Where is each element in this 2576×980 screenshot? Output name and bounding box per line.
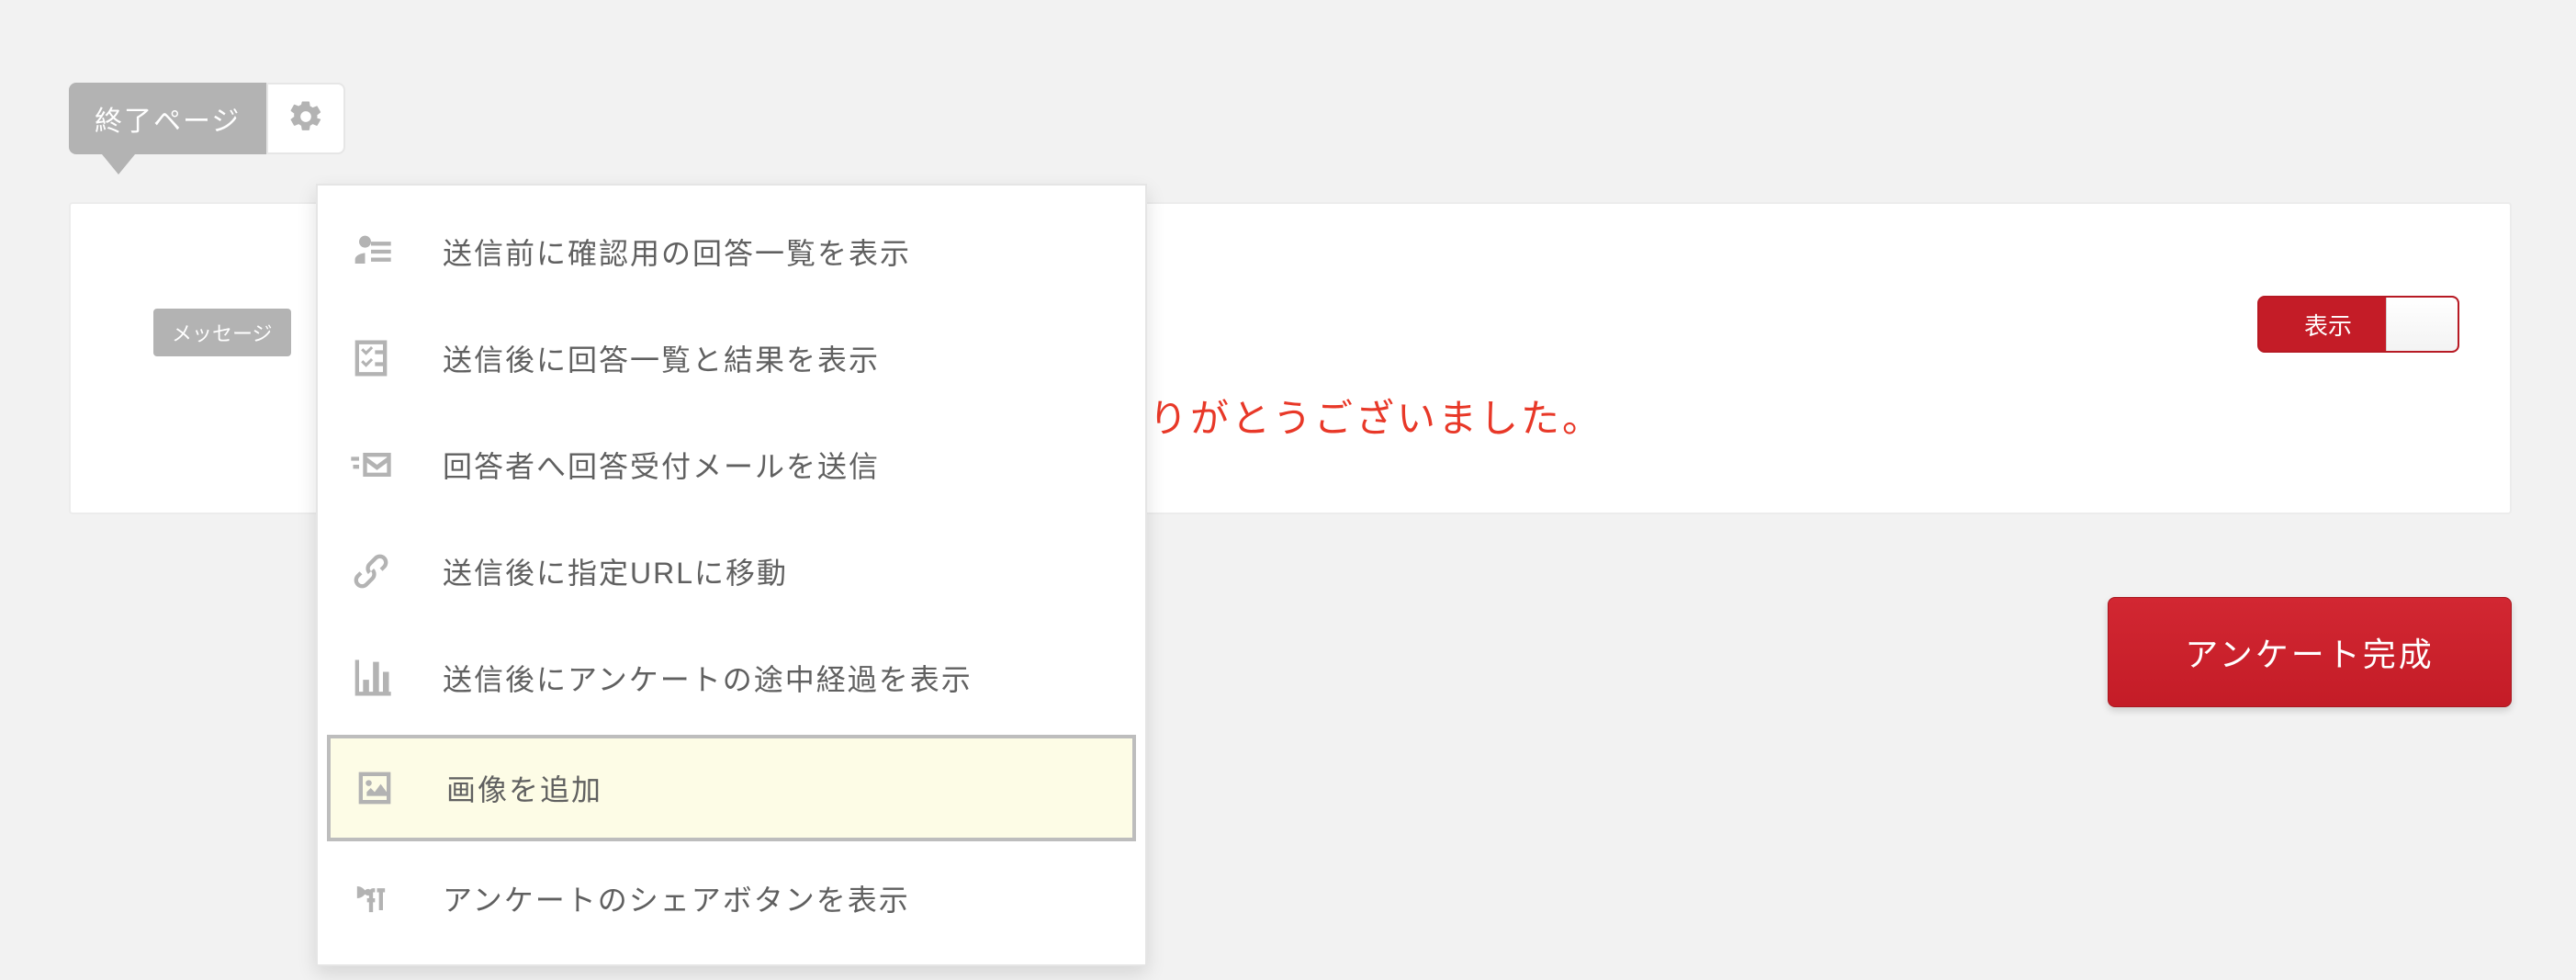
toggle-knob: [2386, 298, 2458, 351]
display-toggle-label: 表示: [2259, 298, 2386, 351]
menu-item-send-mail[interactable]: 回答者へ回答受付メールを送信: [318, 411, 1145, 518]
menu-item-label: アンケートのシェアボタンを表示: [443, 877, 910, 919]
thank-you-text: りがとうございました。: [1149, 388, 1603, 444]
settings-menu: 送信前に確認用の回答一覧を表示 送信後に回答一覧と結果を表示 回答者へ回答受付メ…: [316, 184, 1147, 966]
list-check-icon: [343, 331, 399, 386]
mail-send-icon: [343, 437, 399, 492]
display-toggle[interactable]: 表示: [2257, 296, 2459, 353]
menu-item-label: 送信前に確認用の回答一覧を表示: [443, 231, 911, 273]
menu-item-show-progress[interactable]: 送信後にアンケートの途中経過を表示: [318, 625, 1145, 731]
message-chip[interactable]: メッセージ: [153, 309, 291, 356]
message-chip-label: メッセージ: [172, 322, 273, 345]
end-page-tag-label: 終了ページ: [95, 98, 241, 139]
menu-item-label: 画像を追加: [446, 767, 602, 809]
person-list-icon: [343, 224, 399, 279]
menu-item-show-results[interactable]: 送信後に回答一覧と結果を表示: [318, 305, 1145, 411]
gear-icon: [287, 98, 324, 140]
chart-icon: [343, 650, 399, 705]
survey-complete-label: アンケート完成: [2185, 628, 2435, 676]
image-icon: [347, 760, 402, 816]
survey-complete-button[interactable]: アンケート完成: [2108, 597, 2512, 707]
share-icon: [343, 871, 399, 926]
menu-item-label: 送信後に指定URLに移動: [443, 550, 788, 592]
menu-item-label: 回答者へ回答受付メールを送信: [443, 444, 880, 486]
menu-item-label: 送信後に回答一覧と結果を表示: [443, 337, 880, 379]
settings-gear-button[interactable]: [266, 83, 345, 154]
menu-item-label: 送信後にアンケートの途中経過を表示: [443, 657, 973, 699]
menu-item-show-confirmation[interactable]: 送信前に確認用の回答一覧を表示: [318, 198, 1145, 305]
menu-item-redirect-url[interactable]: 送信後に指定URLに移動: [318, 518, 1145, 625]
menu-item-share-buttons[interactable]: アンケートのシェアボタンを表示: [318, 845, 1145, 952]
link-icon: [343, 544, 399, 599]
menu-item-add-image[interactable]: 画像を追加: [327, 735, 1136, 841]
end-page-tag[interactable]: 終了ページ: [69, 83, 266, 154]
